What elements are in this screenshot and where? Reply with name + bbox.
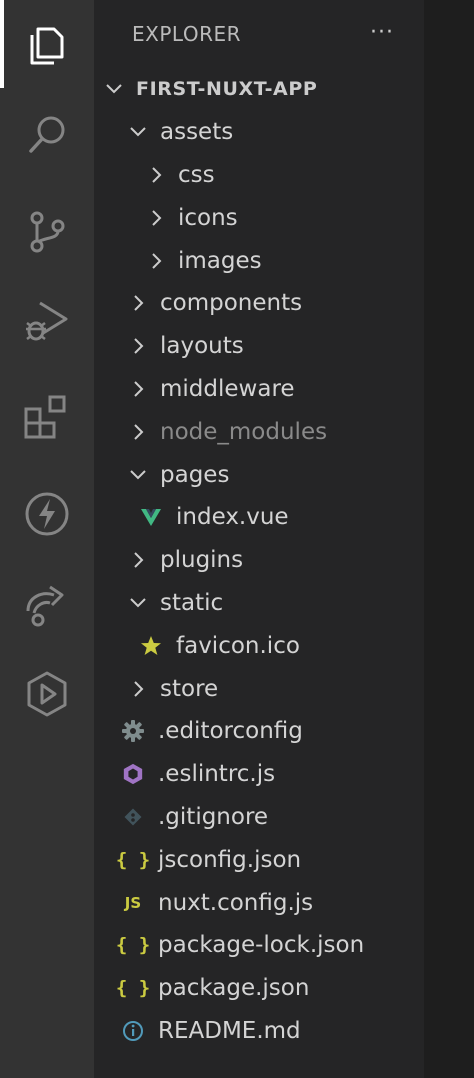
- folder-layouts[interactable]: layouts: [94, 325, 424, 368]
- chevron-right-icon: [128, 293, 148, 313]
- explorer-sidebar: EXPLORER ··· FIRST-NUXT-APP assets css ico…: [94, 0, 424, 1078]
- tree-item-label: plugins: [160, 547, 244, 574]
- file-nuxt-config-js[interactable]: JS nuxt.config.js: [94, 881, 424, 924]
- folder-store[interactable]: store: [94, 667, 424, 710]
- folder-icons[interactable]: icons: [94, 196, 424, 239]
- tree-item-label: static: [160, 589, 224, 616]
- chevron-down-icon: [128, 465, 148, 485]
- editor-area-edge: [424, 0, 474, 1078]
- folder-components[interactable]: components: [94, 282, 424, 325]
- git-icon: [122, 806, 144, 828]
- folder-node-modules[interactable]: node_modules: [94, 410, 424, 453]
- chevron-right-icon: [128, 679, 148, 699]
- file-favicon-ico[interactable]: favicon.ico: [94, 624, 424, 667]
- folder-middleware[interactable]: middleware: [94, 368, 424, 411]
- tree-item-label: components: [160, 290, 303, 317]
- tree-item-label: pages: [160, 461, 230, 488]
- chevron-right-icon: [128, 550, 148, 570]
- file-package-lock-json[interactable]: { } package-lock.json: [94, 924, 424, 967]
- source-control-icon: [24, 209, 70, 255]
- remote-explorer-icon: [22, 579, 72, 629]
- json-icon: { }: [115, 934, 151, 957]
- tree-item-label: package.json: [158, 975, 310, 1002]
- tree-item-label: node_modules: [160, 418, 328, 445]
- tree-item-label: .eslintrc.js: [158, 761, 276, 788]
- chevron-right-icon: [128, 379, 148, 399]
- explorer-title: EXPLORER: [132, 22, 241, 46]
- file-tree: FIRST-NUXT-APP assets css icons images compo…: [94, 68, 424, 1052]
- folder-plugins[interactable]: plugins: [94, 539, 424, 582]
- activity-lightning[interactable]: [0, 470, 94, 558]
- tree-item-label: icons: [178, 204, 238, 231]
- tree-item-label: .editorconfig: [158, 718, 303, 745]
- tree-item-label: css: [178, 161, 215, 188]
- activity-bar: [0, 0, 94, 1078]
- tree-item-label: package-lock.json: [158, 932, 365, 959]
- chevron-right-icon: [146, 165, 166, 185]
- tree-item-label: middleware: [160, 375, 295, 402]
- tree-item-label: assets: [160, 119, 234, 146]
- json-icon: { }: [115, 977, 151, 1000]
- file-index-vue[interactable]: index.vue: [94, 496, 424, 539]
- vue-icon: [140, 506, 162, 528]
- activity-run-debug[interactable]: [0, 278, 94, 366]
- info-icon: [122, 1020, 144, 1042]
- file-gitignore[interactable]: .gitignore: [94, 796, 424, 839]
- workspace-root-folder[interactable]: FIRST-NUXT-APP: [94, 68, 424, 111]
- activity-remote[interactable]: [0, 560, 94, 648]
- activity-explorer[interactable]: [0, 0, 94, 88]
- eslint-icon: [122, 763, 144, 785]
- chevron-down-icon: [128, 593, 148, 613]
- chevron-right-icon: [128, 422, 148, 442]
- file-editorconfig[interactable]: .editorconfig: [94, 710, 424, 753]
- activity-extensions[interactable]: [0, 374, 94, 462]
- chevron-down-icon: [104, 79, 124, 99]
- folder-static[interactable]: static: [94, 582, 424, 625]
- activity-source-control[interactable]: [0, 188, 94, 276]
- explorer-header: EXPLORER ···: [94, 0, 424, 68]
- workspace-root-label: FIRST-NUXT-APP: [136, 78, 318, 101]
- activity-playground[interactable]: [0, 650, 94, 738]
- chevron-down-icon: [128, 122, 148, 142]
- file-readme-md[interactable]: README.md: [94, 1010, 424, 1053]
- folder-pages[interactable]: pages: [94, 453, 424, 496]
- activity-search[interactable]: [0, 90, 94, 178]
- vscode-window: EXPLORER ··· FIRST-NUXT-APP assets css ico…: [0, 0, 474, 1078]
- tree-item-label: layouts: [160, 333, 244, 360]
- json-icon: { }: [115, 848, 151, 871]
- folder-assets[interactable]: assets: [94, 111, 424, 154]
- chevron-right-icon: [146, 208, 166, 228]
- run-debug-icon: [22, 297, 72, 347]
- star-icon: [140, 635, 162, 657]
- folder-images[interactable]: images: [94, 239, 424, 282]
- chevron-right-icon: [146, 251, 166, 271]
- explorer-icon: [24, 21, 70, 67]
- tree-item-label: README.md: [158, 1017, 301, 1044]
- tree-item-label: index.vue: [176, 504, 289, 531]
- folder-css[interactable]: css: [94, 154, 424, 197]
- tree-item-label: store: [160, 675, 219, 702]
- tree-item-label: .gitignore: [158, 803, 269, 830]
- more-actions-icon[interactable]: ···: [370, 20, 394, 45]
- tree-item-label: nuxt.config.js: [158, 889, 314, 916]
- file-eslintrc-js[interactable]: .eslintrc.js: [94, 753, 424, 796]
- js-icon: JS: [124, 893, 142, 912]
- playground-icon: [22, 669, 72, 719]
- extensions-icon: [22, 393, 72, 443]
- tree-item-label: images: [178, 247, 262, 274]
- lightning-icon: [22, 489, 72, 539]
- tree-item-label: jsconfig.json: [158, 846, 302, 873]
- chevron-right-icon: [128, 336, 148, 356]
- tree-item-label: favicon.ico: [176, 632, 300, 659]
- file-jsconfig-json[interactable]: { } jsconfig.json: [94, 838, 424, 881]
- search-icon: [24, 111, 70, 157]
- file-package-json[interactable]: { } package.json: [94, 967, 424, 1010]
- gear-icon: [122, 720, 144, 743]
